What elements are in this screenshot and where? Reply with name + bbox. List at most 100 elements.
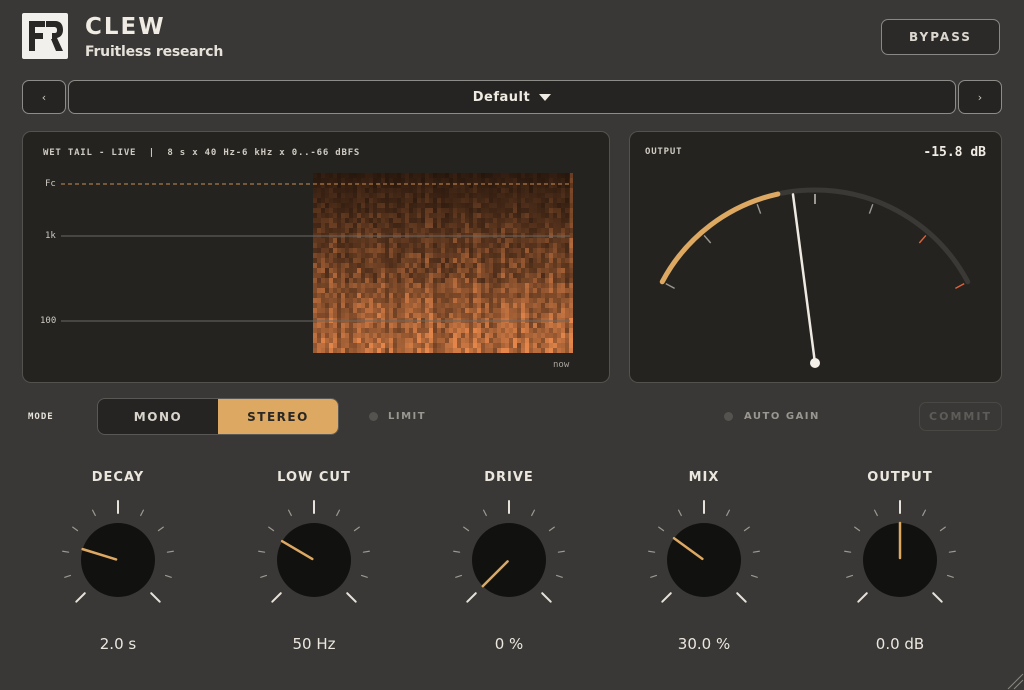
meter-tick <box>665 283 675 289</box>
auto-gain-led-icon[interactable] <box>724 412 733 421</box>
meter-tick <box>703 234 712 244</box>
meter-tick <box>918 234 927 244</box>
knob-low-cut-title: LOW CUT <box>277 470 351 485</box>
limit-led-icon[interactable] <box>369 412 378 421</box>
knob-tick <box>557 550 565 553</box>
brand-name: Fruitless research <box>85 44 224 60</box>
knob-tick <box>336 509 341 517</box>
preset-next-button[interactable]: › <box>958 80 1002 114</box>
knob-tick <box>750 574 758 578</box>
knob-tick <box>661 592 672 603</box>
knob-tick <box>362 550 370 553</box>
fr-logo-icon <box>29 21 63 51</box>
resize-grip-icon[interactable] <box>1002 668 1024 690</box>
knob-tick <box>166 550 174 553</box>
knob-output-value: 0.0 dB <box>875 635 925 653</box>
knob-tick <box>726 509 731 517</box>
knob-tick <box>946 574 954 578</box>
knob-tick <box>922 509 927 517</box>
knob-tick <box>64 574 72 578</box>
knob-drive-value: 0 % <box>494 635 524 653</box>
knob-drive-title: DRIVE <box>484 470 534 485</box>
grid-label-1k: 1k <box>45 231 56 241</box>
knob-tick <box>844 550 852 553</box>
auto-gain-toggle-label[interactable]: AUTO GAIN <box>744 411 820 422</box>
preset-selector[interactable]: Default <box>68 80 956 114</box>
knob-tick <box>268 526 275 532</box>
knob-tick <box>258 550 266 553</box>
knob-tick <box>164 574 172 578</box>
knob-tick <box>453 550 461 553</box>
mode-stereo-button[interactable]: STEREO <box>218 399 338 434</box>
knob-tick <box>463 526 470 532</box>
knob-tick <box>62 550 70 553</box>
knob-tick <box>271 592 282 603</box>
knob-tick <box>75 592 86 603</box>
knob-tick <box>854 526 861 532</box>
fc-label: Fc <box>45 179 56 189</box>
knob-tick <box>541 592 552 603</box>
bypass-button[interactable]: BYPASS <box>881 19 1000 55</box>
knob-low-cut-value: 50 Hz <box>292 635 336 653</box>
meter-tick <box>955 283 965 289</box>
output-meter-gauge <box>659 187 971 368</box>
time-now-label: now <box>553 360 570 370</box>
knob-tick <box>157 526 164 532</box>
knob-tick <box>650 574 658 578</box>
knob-tick <box>658 526 665 532</box>
meter-tick <box>756 203 762 214</box>
knob-tick <box>353 526 360 532</box>
commit-button[interactable]: COMMIT <box>919 402 1002 431</box>
knob-tick <box>466 592 477 603</box>
knob-drive[interactable] <box>444 492 574 622</box>
mode-label: MODE <box>28 412 54 422</box>
knob-tick <box>260 574 268 578</box>
mode-mono-button[interactable]: MONO <box>98 399 218 434</box>
knob-tick <box>752 550 760 553</box>
knob-mix-value: 30.0 % <box>677 635 731 653</box>
knob-body[interactable] <box>277 523 351 597</box>
meter-tick <box>868 203 874 214</box>
preset-prev-button[interactable]: ‹ <box>22 80 66 114</box>
limit-toggle-label[interactable]: LIMIT <box>388 411 426 422</box>
knob-tick <box>948 550 956 553</box>
preset-name: Default <box>472 89 531 105</box>
knob-tick <box>548 526 555 532</box>
knob-tick <box>939 526 946 532</box>
grid-label-100: 100 <box>40 316 57 326</box>
plugin-title: CLEW <box>85 14 166 40</box>
knob-tick <box>150 592 161 603</box>
knob-mix[interactable] <box>639 492 769 622</box>
knob-body[interactable] <box>81 523 155 597</box>
brand-logo <box>22 13 68 59</box>
knob-mix-title: MIX <box>688 470 720 485</box>
knob-output[interactable] <box>835 492 965 622</box>
knob-tick <box>360 574 368 578</box>
knob-tick <box>743 526 750 532</box>
knob-tick <box>531 509 536 517</box>
mode-segmented-control[interactable]: MONO STEREO <box>97 398 339 435</box>
meter-needle <box>791 193 817 365</box>
meter-level-arc <box>659 191 781 285</box>
knob-output-title: OUTPUT <box>867 470 933 485</box>
knob-tick <box>346 592 357 603</box>
knob-tick <box>140 509 145 517</box>
spectrogram-fade <box>313 173 570 353</box>
knob-low-cut[interactable] <box>249 492 379 622</box>
knob-tick <box>648 550 656 553</box>
knob-decay[interactable] <box>53 492 183 622</box>
knob-decay-title: DECAY <box>91 470 145 485</box>
knob-tick <box>677 509 682 517</box>
knob-tick <box>455 574 463 578</box>
knob-tick <box>287 509 292 517</box>
knob-tick <box>857 592 868 603</box>
knob-tick <box>873 509 878 517</box>
knob-tick <box>846 574 854 578</box>
knob-body[interactable] <box>667 523 741 597</box>
knob-decay-value: 2.0 s <box>99 635 137 653</box>
knob-tick <box>91 509 96 517</box>
knob-tick <box>482 509 487 517</box>
knob-tick <box>72 526 79 532</box>
caret-down-icon <box>539 93 552 101</box>
knob-tick <box>932 592 943 603</box>
